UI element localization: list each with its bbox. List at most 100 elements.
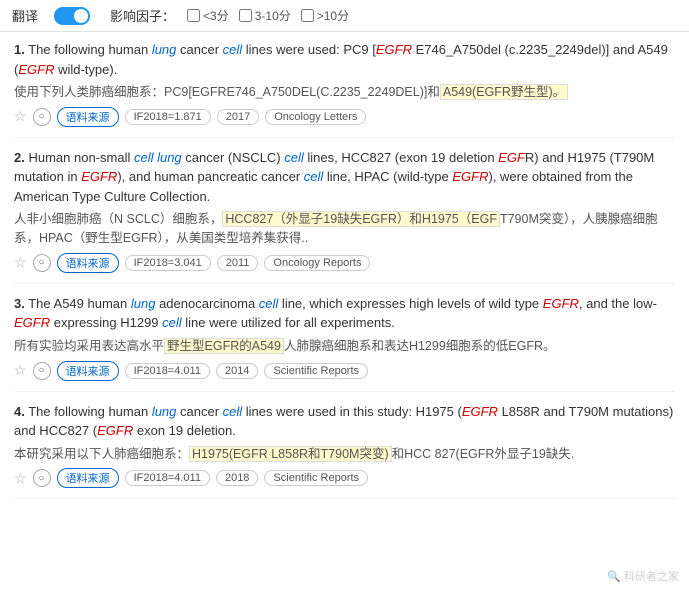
year-tag: 2014 [216, 363, 258, 379]
cn-text: 所有实验均采用表达高水平野生型EGFR的A549人肺腺癌细胞系和表达H1299细… [14, 337, 675, 356]
result-number: 4. [14, 404, 25, 419]
en-text-part: Human non-small [28, 150, 134, 165]
cell-term: cell [259, 296, 279, 311]
cn-highlight: HCC827（外显子19缺失EGFR）和H1975（EGF [222, 211, 500, 227]
egfr-term: EGFR [376, 42, 412, 57]
meta-row: ☆ ○ 语料来源 IF2018=4.011 2018 Scientific Re… [14, 468, 675, 488]
cn-before: 人非小细胞肺癌（N SCLC）细胞系， [14, 212, 222, 226]
cn-text: 人非小细胞肺癌（N SCLC）细胞系，HCC827（外显子19缺失EGFR）和H… [14, 210, 675, 248]
filter-checkbox-f2[interactable] [239, 9, 252, 22]
en-text-part: lines were used: PC9 [ [242, 42, 376, 57]
filter-item-f1: <3分 [187, 7, 229, 24]
filter-label-f1: <3分 [203, 7, 229, 24]
toggle-label: 翻译 [12, 6, 38, 25]
result-number: 1. [14, 42, 25, 57]
en-text-part: , and the low- [579, 296, 657, 311]
circle-icon[interactable]: ○ [33, 469, 51, 487]
cell-term: cell [304, 169, 324, 184]
en-text-part: lines were used in this study: H1975 ( [242, 404, 462, 419]
filter-label-f3: >10分 [317, 7, 349, 24]
egfr-term: EGF [498, 150, 525, 165]
cn-text: 使用下列人类肺癌细胞系：PC9[EGFRE746_A750DEL(C.2235_… [14, 83, 675, 102]
top-bar: 翻译 影响因子： <3分 3-10分 >10分 [0, 0, 689, 32]
cell-term: lung [131, 296, 156, 311]
year-tag: 2018 [216, 470, 258, 486]
cn-before: 所有实验均采用表达高水平 [14, 339, 164, 353]
egfr-term: EGFR [14, 315, 50, 330]
source-tag[interactable]: 语料来源 [57, 253, 119, 273]
cell-term: cell [223, 42, 243, 57]
en-text: 2. Human non-small cell lung cancer (NSC… [14, 148, 675, 207]
filter-group: <3分 3-10分 >10分 [187, 7, 349, 24]
circle-icon[interactable]: ○ [33, 108, 51, 126]
cn-before: 本研究采用以下人肺癌细胞系： [14, 447, 189, 461]
star-icon[interactable]: ☆ [14, 470, 27, 487]
cn-highlight: 野生型EGFR的A549 [164, 338, 284, 354]
egfr-term: EGFR [462, 404, 498, 419]
filter-label: 影响因子： [110, 6, 175, 25]
content: 1. The following human lung cancer cell … [0, 32, 689, 517]
cn-normal: 使用下列人类肺癌细胞系：PC9[EGFRE746_A750DEL(C.2235_… [14, 85, 440, 99]
circle-icon[interactable]: ○ [33, 254, 51, 272]
toggle-switch[interactable] [54, 7, 90, 25]
cn-after: 人肺腺癌细胞系和表达H1299细胞系的低EGFR。 [284, 339, 556, 353]
if-tag: IF2018=3.041 [125, 255, 211, 271]
cell-term: lung [152, 42, 177, 57]
star-icon[interactable]: ☆ [14, 362, 27, 379]
en-text-part: line, HPAC (wild-type [323, 169, 452, 184]
star-icon[interactable]: ☆ [14, 254, 27, 271]
result-number: 3. [14, 296, 25, 311]
cn-after: 和HCC 827(EGFR外显子19缺失. [392, 447, 575, 461]
en-text-part: adenocarcinoma [155, 296, 258, 311]
egfr-term: EGFR [81, 169, 117, 184]
filter-item-f2: 3-10分 [239, 7, 291, 24]
if-tag: IF2018=4.011 [125, 363, 210, 379]
year-tag: 2011 [217, 255, 259, 271]
en-text-part: ), and human pancreatic cancer [117, 169, 303, 184]
if-tag: IF2018=1.871 [125, 109, 211, 125]
en-text: 3. The A549 human lung adenocarcinoma ce… [14, 294, 675, 333]
cell-term: cell [284, 150, 304, 165]
en-text-part: cancer (NSCLC) [182, 150, 285, 165]
if-tag: IF2018=4.011 [125, 470, 210, 486]
en-text-part: line, which expresses high levels of wil… [278, 296, 542, 311]
en-text-part: The following human [28, 42, 152, 57]
source-tag[interactable]: 语料来源 [57, 361, 119, 381]
egfr-term: EGFR [543, 296, 579, 311]
result-number: 2. [14, 150, 25, 165]
result-item: 3. The A549 human lung adenocarcinoma ce… [14, 294, 675, 392]
filter-checkbox-f1[interactable] [187, 9, 200, 22]
result-item: 4. The following human lung cancer cell … [14, 402, 675, 500]
result-item: 2. Human non-small cell lung cancer (NSC… [14, 148, 675, 284]
journal-tag: Oncology Reports [264, 255, 370, 271]
journal-tag: Scientific Reports [264, 470, 368, 486]
en-text-part: exon 19 deletion. [133, 423, 236, 438]
cn-text: 本研究采用以下人肺癌细胞系：H1975(EGFR L858R和T790M突变)和… [14, 445, 675, 464]
cn-highlight: A549(EGFR野生型)。 [440, 84, 568, 100]
circle-icon[interactable]: ○ [33, 362, 51, 380]
cell-term: cell [162, 315, 182, 330]
filter-checkbox-f3[interactable] [301, 9, 314, 22]
cell-term: cell [223, 404, 243, 419]
source-tag[interactable]: 语料来源 [57, 468, 119, 488]
en-text-part: cancer [176, 404, 222, 419]
meta-row: ☆ ○ 语料来源 IF2018=4.011 2014 Scientific Re… [14, 361, 675, 381]
source-tag[interactable]: 语料来源 [57, 107, 119, 127]
toggle-knob [74, 9, 88, 23]
en-text-part: expressing H1299 [50, 315, 162, 330]
egfr-term: EGFR [452, 169, 488, 184]
en-text-part: cancer [176, 42, 222, 57]
star-icon[interactable]: ☆ [14, 108, 27, 125]
filter-item-f3: >10分 [301, 7, 349, 24]
journal-tag: Scientific Reports [264, 363, 368, 379]
cell-term: lung [152, 404, 177, 419]
year-tag: 2017 [217, 109, 259, 125]
en-text-part: wild-type). [54, 62, 117, 77]
filter-label-f2: 3-10分 [255, 7, 291, 24]
en-text-part: lines, HCC827 (exon 19 deletion [304, 150, 498, 165]
watermark: 🔍 科研者之家 [607, 568, 679, 584]
en-text-part: The following human [28, 404, 152, 419]
en-text: 1. The following human lung cancer cell … [14, 40, 675, 79]
journal-tag: Oncology Letters [265, 109, 366, 125]
egfr-term: EGFR [18, 62, 54, 77]
